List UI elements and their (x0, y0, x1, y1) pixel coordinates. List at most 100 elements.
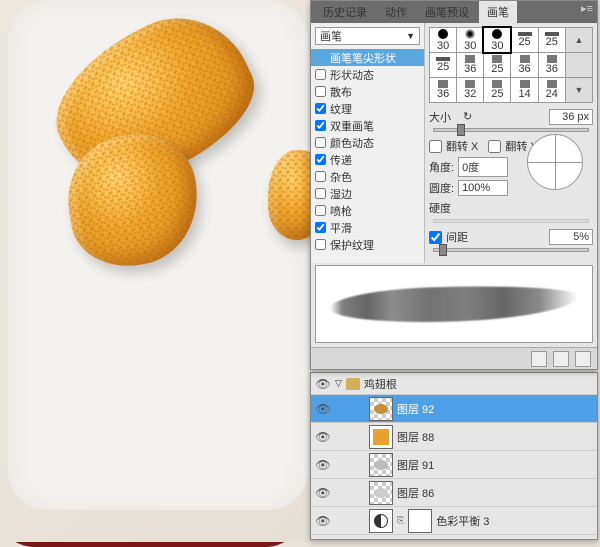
tab-brush[interactable]: 画笔 (479, 1, 517, 23)
brush-tip-cell[interactable]: ▼ (566, 78, 592, 102)
panel-tab-bar: 历史记录 动作 画笔预设 画笔 ▸≡ (311, 1, 597, 23)
layer-thumbnail[interactable] (369, 397, 393, 421)
layer-thumbnail[interactable] (369, 425, 393, 449)
size-input[interactable]: 36 px (549, 109, 593, 125)
checkbox[interactable] (315, 154, 326, 165)
brush-tip-grid[interactable]: 3030302525▲25362536363632251424▼ (429, 27, 593, 103)
checkbox[interactable] (315, 69, 326, 80)
checkbox[interactable] (315, 120, 326, 131)
layer-thumbnail[interactable] (369, 481, 393, 505)
brush-stroke-preview (315, 265, 593, 343)
panel-menu-icon[interactable]: ▸≡ (577, 2, 597, 22)
chevron-down-icon: ▼ (406, 31, 415, 41)
brush-tip-cell[interactable]: ▲ (566, 28, 592, 52)
panel-footer (311, 347, 597, 369)
option-scattering[interactable]: 散布 (311, 83, 424, 100)
brush-panel: 历史记录 动作 画笔预设 画笔 ▸≡ 画笔▼ 画笔笔尖形状 形状动态 散布 纹理… (310, 0, 598, 370)
angle-input[interactable]: 0度 (458, 157, 508, 177)
checkbox[interactable] (315, 171, 326, 182)
mask-thumbnail[interactable] (408, 509, 432, 533)
layer-name: 图层 91 (397, 457, 434, 473)
brush-tip-cell[interactable]: 36 (430, 78, 456, 102)
option-texture[interactable]: 纹理 (311, 100, 424, 117)
brush-tip-cell[interactable]: 24 (539, 78, 565, 102)
brush-tip-cell[interactable]: 25 (539, 28, 565, 52)
brush-tip-cell[interactable]: 30 (430, 28, 456, 52)
brush-tip-cell[interactable]: 25 (430, 53, 456, 77)
visibility-icon[interactable]: 👁 (315, 485, 331, 501)
option-tip-shape[interactable]: 画笔笔尖形状 (311, 49, 424, 66)
option-shape-dynamics[interactable]: 形状动态 (311, 66, 424, 83)
hardness-slider (433, 219, 589, 223)
group-name: 鸡翅根 (364, 376, 397, 392)
layer-group-row[interactable]: 👁 ▽ 鸡翅根 (311, 373, 597, 395)
option-protect-texture[interactable]: 保护纹理 (311, 236, 424, 253)
layer-name: 色彩平衡 3 (436, 513, 489, 529)
visibility-icon[interactable]: 👁 (315, 513, 331, 529)
option-dual-brush[interactable]: 双重画笔 (311, 117, 424, 134)
layer-row[interactable]: 👁 图层 86 (311, 479, 597, 507)
brush-tip-cell[interactable]: 25 (484, 53, 510, 77)
tab-history[interactable]: 历史记录 (315, 1, 375, 23)
checkbox[interactable] (315, 137, 326, 148)
visibility-icon[interactable]: 👁 (315, 376, 331, 392)
hardness-label: 硬度 (429, 200, 451, 216)
brush-tip-cell[interactable] (566, 53, 592, 77)
layer-name: 图层 86 (397, 485, 434, 501)
tab-actions[interactable]: 动作 (377, 1, 415, 23)
spacing-slider[interactable] (433, 248, 589, 252)
brush-tip-cell[interactable]: 36 (457, 53, 483, 77)
canvas-area[interactable] (0, 0, 310, 542)
brush-preset-dropdown[interactable]: 画笔▼ (315, 27, 420, 45)
new-brush-icon[interactable] (553, 351, 569, 367)
checkbox[interactable] (315, 86, 326, 97)
trash-icon[interactable] (575, 351, 591, 367)
visibility-icon[interactable]: 👁 (315, 401, 331, 417)
brush-settings: 3030302525▲25362536363632251424▼ 大小 ↻ 36… (425, 23, 597, 263)
brush-tip-cell[interactable]: 36 (511, 53, 537, 77)
option-noise[interactable]: 杂色 (311, 168, 424, 185)
layer-row[interactable]: 👁 图层 91 (311, 451, 597, 479)
plate-artwork (8, 0, 308, 510)
layer-name: 图层 88 (397, 429, 434, 445)
brush-tip-cell[interactable]: 36 (539, 53, 565, 77)
angle-widget[interactable] (527, 134, 583, 190)
layer-thumbnail[interactable] (369, 453, 393, 477)
checkbox[interactable] (315, 239, 326, 250)
option-wet-edges[interactable]: 湿边 (311, 185, 424, 202)
brush-tip-cell[interactable]: 30 (484, 28, 510, 52)
option-smoothing[interactable]: 平滑 (311, 219, 424, 236)
brush-tip-cell[interactable]: 30 (457, 28, 483, 52)
brush-options-list: 画笔▼ 画笔笔尖形状 形状动态 散布 纹理 双重画笔 颜色动态 传递 杂色 湿边… (311, 23, 425, 263)
option-transfer[interactable]: 传递 (311, 151, 424, 168)
option-color-dynamics[interactable]: 颜色动态 (311, 134, 424, 151)
link-icon: ⎘ (397, 515, 404, 526)
checkbox[interactable] (315, 205, 326, 216)
visibility-icon[interactable]: 👁 (315, 457, 331, 473)
brush-tip-cell[interactable]: 25 (484, 78, 510, 102)
spacing-input[interactable]: 5% (549, 229, 593, 245)
visibility-icon[interactable]: 👁 (315, 429, 331, 445)
layer-row[interactable]: 👁 图层 88 (311, 423, 597, 451)
angle-label: 角度: (429, 159, 454, 175)
option-airbrush[interactable]: 喷枪 (311, 202, 424, 219)
chevron-down-icon[interactable]: ▽ (335, 378, 342, 389)
adjustment-icon[interactable] (369, 509, 393, 533)
brush-tip-cell[interactable]: 14 (511, 78, 537, 102)
tab-brush-presets[interactable]: 画笔预设 (417, 1, 477, 23)
toggle-preview-icon[interactable] (531, 351, 547, 367)
checkbox[interactable] (315, 222, 326, 233)
roundness-label: 圆度: (429, 180, 454, 196)
brush-tip-cell[interactable]: 25 (511, 28, 537, 52)
roundness-input[interactable]: 100% (458, 180, 508, 196)
layer-row[interactable]: 👁 图层 92 (311, 395, 597, 423)
size-slider[interactable] (433, 128, 589, 132)
flip-y-checkbox[interactable] (488, 140, 501, 153)
brush-tip-cell[interactable]: 32 (457, 78, 483, 102)
reset-icon[interactable]: ↻ (463, 110, 477, 124)
checkbox[interactable] (315, 188, 326, 199)
checkbox[interactable] (315, 103, 326, 114)
spacing-checkbox[interactable] (429, 231, 442, 244)
layer-row[interactable]: 👁 ⎘ 色彩平衡 3 (311, 507, 597, 535)
flip-x-checkbox[interactable] (429, 140, 442, 153)
